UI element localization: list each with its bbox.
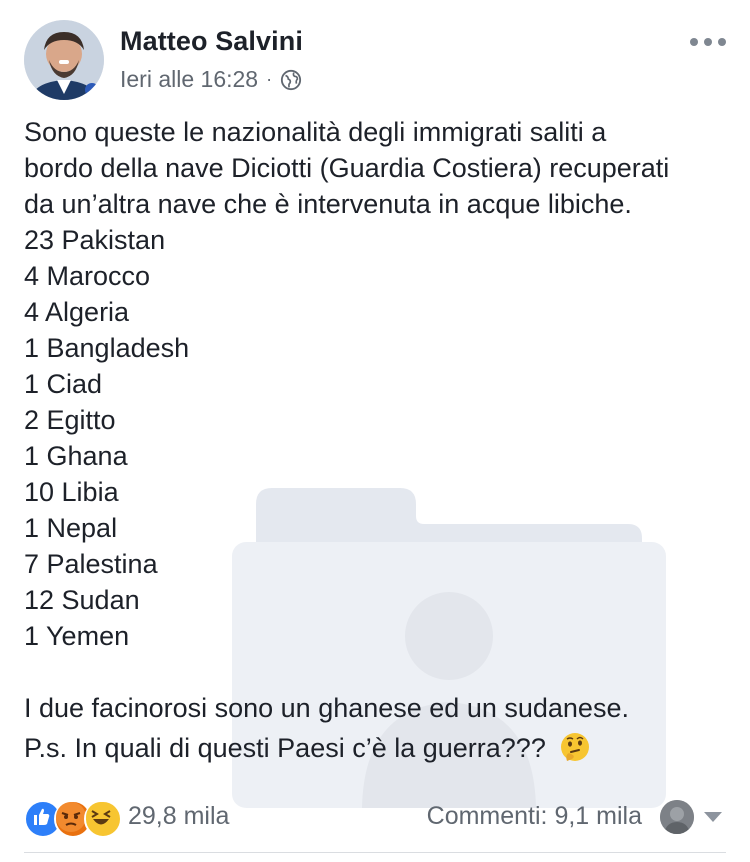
more-options-button[interactable] [690, 30, 726, 54]
intro-line: da un’altra nave che è intervenuta in ac… [24, 189, 632, 219]
nationality-item: 7 Palestina [24, 549, 158, 579]
post-meta: Ieri alle 16:28 · [120, 66, 302, 93]
nationality-item: 2 Egitto [24, 405, 116, 435]
comments-count-link[interactable]: Commenti: 9,1 mila [427, 802, 642, 831]
thinking-face-icon [561, 733, 590, 761]
nationality-item: 23 Pakistan [24, 225, 166, 255]
nationality-item: 1 Yemen [24, 621, 130, 651]
closing-line: I due facinorosi sono un ghanese ed un s… [24, 693, 629, 723]
author-avatar[interactable] [24, 20, 104, 100]
reactions-summary[interactable] [24, 800, 122, 838]
nationality-item: 1 Nepal [24, 513, 118, 543]
more-options-icon [690, 38, 698, 46]
nationality-item: 10 Libia [24, 477, 119, 507]
chevron-down-icon[interactable] [704, 812, 722, 822]
reaction-count[interactable]: 29,8 mila [128, 802, 229, 831]
post-footer: 29,8 mila Commenti: 9,1 mila [24, 796, 726, 840]
globe-icon [281, 69, 302, 90]
intro-line: Sono queste le nazionalità degli immigra… [24, 117, 607, 147]
nationality-list: 23 Pakistan 4 Marocco 4 Algeria 1 Bangla… [24, 222, 734, 654]
meta-separator: · [266, 69, 273, 89]
nationality-item: 4 Algeria [24, 297, 130, 327]
ps-line: P.s. In quali di questi Paesi c’è la gue… [24, 730, 734, 770]
nationality-item: 4 Marocco [24, 261, 151, 291]
nationality-item: 1 Bangladesh [24, 333, 190, 363]
laughing-icon [84, 800, 122, 838]
ps-text: P.s. In quali di questi Paesi c’è la gue… [24, 733, 546, 763]
post-intro: Sono queste le nazionalità degli immigra… [24, 114, 734, 222]
post-header: Matteo Salvini Ieri alle 16:28 · [24, 20, 726, 104]
timestamp[interactable]: Ieri alle 16:28 [120, 66, 258, 93]
intro-line: bordo della nave Diciotti (Guardia Costi… [24, 153, 670, 183]
viewer-avatar[interactable] [660, 800, 694, 834]
footer-divider [24, 852, 726, 853]
nationality-item: 1 Ghana [24, 441, 128, 471]
author-name[interactable]: Matteo Salvini [120, 26, 303, 57]
nationality-item: 1 Ciad [24, 369, 103, 399]
post-body: Sono queste le nazionalità degli immigra… [24, 114, 734, 770]
nationality-item: 12 Sudan [24, 585, 140, 615]
